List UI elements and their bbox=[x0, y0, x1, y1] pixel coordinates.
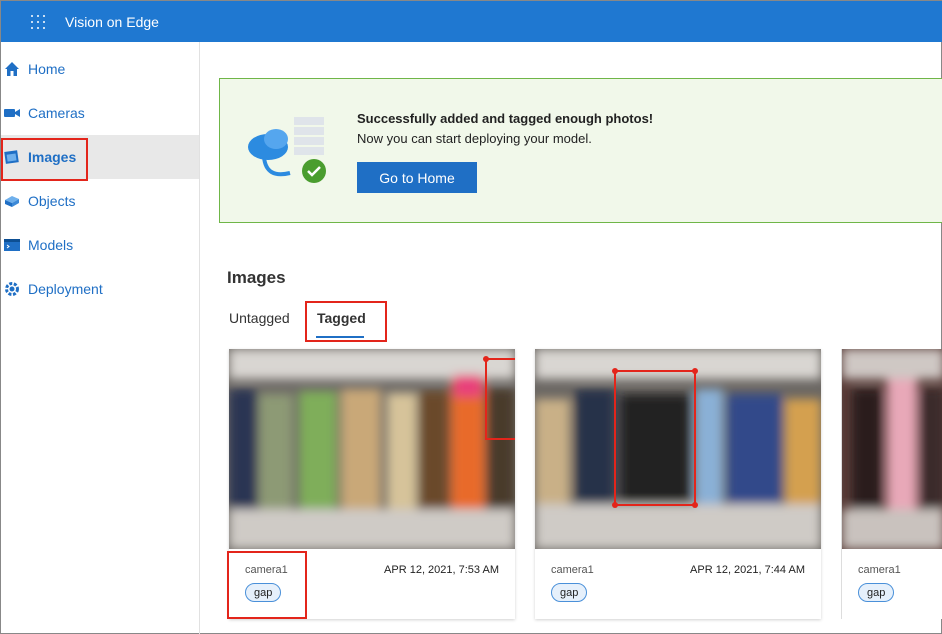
objects-icon bbox=[3, 192, 21, 210]
card-camera-label: camera1 bbox=[858, 564, 901, 576]
sidebar-item-label: Objects bbox=[28, 193, 76, 209]
camera-icon bbox=[3, 104, 21, 122]
tag-badge[interactable]: gap bbox=[551, 583, 588, 602]
sidebar-item-cameras[interactable]: Cameras bbox=[1, 91, 199, 135]
deployment-icon bbox=[3, 280, 21, 298]
sidebar-item-models[interactable]: Models bbox=[1, 223, 199, 267]
top-bar: Vision on Edge bbox=[1, 1, 942, 42]
sidebar-item-label: Home bbox=[28, 61, 66, 77]
tag-badge[interactable]: gap bbox=[858, 583, 895, 602]
image-card[interactable]: camera1 APR 12, 2021, 7:44 AM gap bbox=[535, 349, 821, 619]
sidebar-item-label: Cameras bbox=[28, 105, 85, 121]
go-to-home-button[interactable]: Go to Home bbox=[357, 162, 477, 193]
image-thumbnail[interactable] bbox=[535, 349, 821, 549]
sidebar-item-label: Images bbox=[28, 149, 77, 165]
sidebar-item-objects[interactable]: Objects bbox=[1, 179, 199, 223]
models-icon bbox=[3, 236, 21, 254]
sidebar-item-label: Models bbox=[28, 237, 74, 253]
success-illustration-icon bbox=[248, 117, 326, 183]
card-camera-label: camera1 bbox=[245, 564, 288, 576]
main-content: Successfully added and tagged enough pho… bbox=[201, 42, 942, 634]
home-icon bbox=[3, 60, 21, 78]
image-thumbnail[interactable] bbox=[229, 349, 515, 549]
card-timestamp: APR 12, 2021, 7:53 AM bbox=[384, 564, 499, 576]
images-icon bbox=[3, 148, 21, 166]
card-timestamp: APR 12, 2021, 7:44 AM bbox=[690, 564, 805, 576]
sidebar: Home Cameras Images Objects Models Deplo… bbox=[1, 42, 200, 634]
sidebar-item-home[interactable]: Home bbox=[1, 47, 199, 91]
banner-subtitle: Now you can start deploying your model. bbox=[357, 131, 592, 146]
active-tab-indicator bbox=[316, 336, 364, 338]
image-thumbnail[interactable] bbox=[842, 349, 942, 549]
image-card[interactable]: camera1 APR 12, 2021, 7:53 AM gap bbox=[229, 349, 515, 619]
banner-title: Successfully added and tagged enough pho… bbox=[357, 111, 654, 126]
sidebar-item-images[interactable]: Images bbox=[1, 135, 199, 179]
sidebar-item-label: Deployment bbox=[28, 281, 103, 297]
page-title: Images bbox=[227, 268, 286, 287]
success-banner: Successfully added and tagged enough pho… bbox=[219, 78, 942, 223]
app-title: Vision on Edge bbox=[65, 13, 159, 30]
tab-tagged[interactable]: Tagged bbox=[317, 310, 366, 326]
card-camera-label: camera1 bbox=[551, 564, 594, 576]
tag-badge[interactable]: gap bbox=[245, 583, 282, 602]
tab-untagged[interactable]: Untagged bbox=[229, 310, 290, 326]
sidebar-item-deployment[interactable]: Deployment bbox=[1, 267, 199, 311]
image-card[interactable]: camera1 gap bbox=[841, 349, 942, 619]
app-launcher-icon[interactable] bbox=[31, 14, 45, 29]
